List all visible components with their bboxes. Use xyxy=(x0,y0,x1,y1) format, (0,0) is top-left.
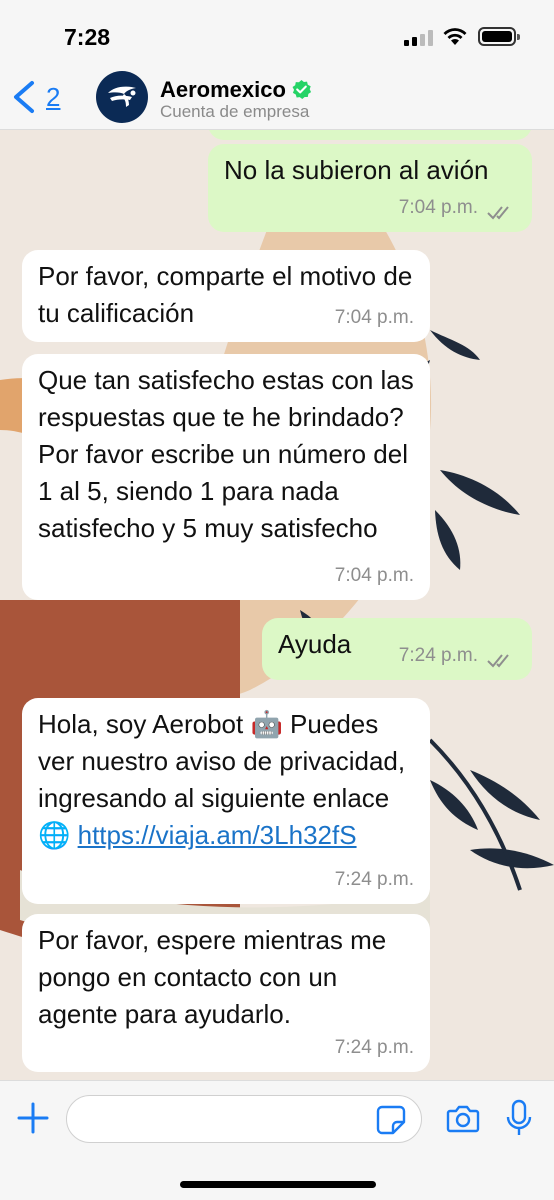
message-time: 7:24 p.m. xyxy=(334,1037,414,1058)
double-check-icon xyxy=(487,654,509,668)
wifi-icon xyxy=(443,28,467,45)
message-text: Ayuda xyxy=(278,629,352,659)
message-bubble-incoming[interactable]: Por favor, comparte el motivo de tu cali… xyxy=(22,250,430,342)
chat-area[interactable]: No la subieron al avión 7:04 p.m. Por fa… xyxy=(0,130,554,1080)
microphone-icon[interactable] xyxy=(506,1099,532,1137)
status-bar: 7:28 xyxy=(0,0,554,64)
message-time: 7:24 p.m. xyxy=(398,645,478,666)
status-time: 7:28 xyxy=(64,24,111,50)
aeromexico-logo-icon xyxy=(108,86,136,107)
message-input[interactable] xyxy=(66,1095,422,1143)
battery-icon xyxy=(478,27,520,46)
unread-count-link[interactable]: 2 xyxy=(46,82,60,113)
previous-message-edge xyxy=(208,130,532,140)
plus-icon[interactable] xyxy=(16,1101,50,1135)
message-bubble-outgoing[interactable]: No la subieron al avión 7:04 p.m. xyxy=(208,144,532,232)
back-chevron-icon[interactable] xyxy=(10,80,40,114)
message-text: Que tan satisfecho estas con las respues… xyxy=(38,365,414,543)
message-text: No la subieron al avión xyxy=(224,155,489,185)
camera-icon[interactable] xyxy=(446,1103,480,1135)
contact-subtitle: Cuenta de empresa xyxy=(160,102,310,121)
message-bubble-incoming[interactable]: Hola, soy Aerobot 🤖 Puedes ver nuestro a… xyxy=(22,698,430,904)
avatar[interactable] xyxy=(96,71,148,123)
message-text: Por favor, espere mientras me pongo en c… xyxy=(38,925,387,1029)
sticker-icon[interactable] xyxy=(376,1105,406,1135)
message-input-bar xyxy=(0,1080,554,1200)
contact-name[interactable]: Aeromexico xyxy=(160,77,286,103)
verified-badge-icon xyxy=(292,79,312,100)
message-bubble-incoming[interactable]: Que tan satisfecho estas con las respues… xyxy=(22,354,430,600)
double-check-icon xyxy=(487,206,509,220)
message-time: 7:24 p.m. xyxy=(334,869,414,890)
message-time: 7:04 p.m. xyxy=(334,307,414,328)
home-indicator xyxy=(180,1181,376,1188)
chat-header: 2 Aeromexico Cuenta de empresa xyxy=(0,64,554,130)
signal-icon xyxy=(404,30,434,46)
message-bubble-outgoing[interactable]: Ayuda 7:24 p.m. xyxy=(262,618,532,680)
message-bubble-incoming[interactable]: Por favor, espere mientras me pongo en c… xyxy=(22,914,430,1072)
message-time: 7:04 p.m. xyxy=(398,197,478,218)
message-time: 7:04 p.m. xyxy=(334,565,414,586)
privacy-link[interactable]: https://viaja.am/3Lh32fS xyxy=(78,820,357,850)
